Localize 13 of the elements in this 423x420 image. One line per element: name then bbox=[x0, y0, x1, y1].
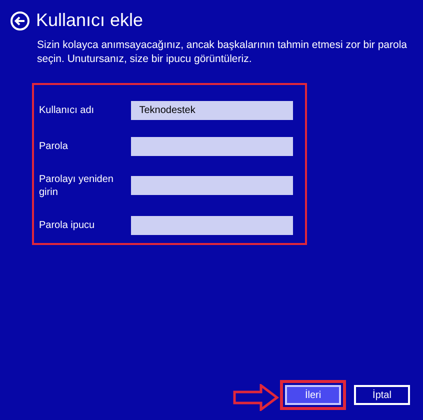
input-field[interactable] bbox=[131, 137, 293, 156]
cancel-button[interactable]: İptal bbox=[354, 385, 410, 405]
description: Sizin kolayca anımsayacağınız, ancak başkalarının tahmin etmesi zor bir parola seçin. Unutursanız, size bir ipucu görüntüleriz. bbox=[37, 38, 408, 66]
input-field[interactable]: Teknodestek bbox=[131, 101, 293, 120]
input-field[interactable] bbox=[131, 176, 293, 196]
arrow-icon bbox=[233, 384, 279, 411]
field-label: Parolayı yeniden girin bbox=[39, 172, 114, 199]
page-title: Kullanıcı ekle bbox=[36, 10, 144, 31]
field-label: Kullanıcı adı bbox=[39, 104, 96, 118]
field-label: Parola bbox=[39, 140, 69, 154]
back-icon[interactable] bbox=[10, 10, 30, 30]
input-field[interactable] bbox=[131, 216, 293, 235]
field-label: Parola ipucu bbox=[39, 218, 96, 232]
